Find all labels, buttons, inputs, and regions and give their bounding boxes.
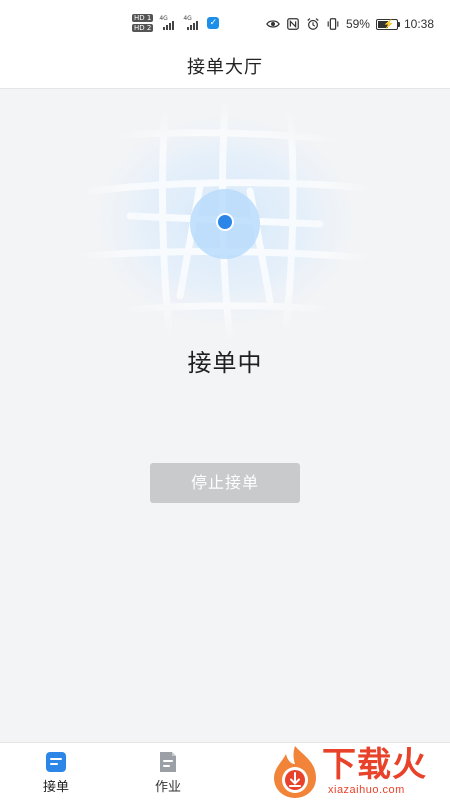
- hd-1-badge: HD 1: [132, 14, 154, 22]
- tab-work-label: 作业: [154, 780, 181, 795]
- status-bar: HD 1 HD 2 4G 4G ✓ 59% ⚡ 10:38: [0, 0, 450, 48]
- hd-indicators: HD 1 HD 2: [132, 14, 154, 32]
- eye-icon: [266, 20, 280, 28]
- status-bar-right: 59% ⚡ 10:38: [266, 17, 434, 31]
- watermark-logo: 下载火 xiazaihuo.com: [262, 742, 450, 800]
- tab-orders-label: 接单: [42, 780, 69, 795]
- battery-icon: ⚡: [375, 18, 400, 30]
- header: 接单大厅: [0, 48, 450, 89]
- alarm-icon: [307, 18, 319, 30]
- page-title: 接单大厅: [187, 57, 263, 78]
- order-list-icon: [46, 752, 66, 772]
- location-dot-icon: [216, 213, 234, 231]
- nfc-icon: [287, 18, 299, 30]
- status-bar-left: HD 1 HD 2 4G 4G ✓: [132, 14, 220, 32]
- tab-orders[interactable]: 接单: [0, 743, 112, 801]
- order-status-text: 接单中: [187, 349, 263, 377]
- vibrate-icon: [327, 18, 339, 30]
- signal-1-icon: 4G: [159, 15, 177, 30]
- app-notification-icon: ✓: [207, 17, 220, 29]
- tab-work[interactable]: 作业: [112, 743, 224, 801]
- clock-time: 10:38: [403, 17, 434, 31]
- hd-2-badge: HD 2: [132, 24, 154, 32]
- stop-accepting-button[interactable]: 停止接单: [150, 463, 300, 503]
- watermark-url: xiazaihuo.com: [328, 784, 405, 796]
- battery-percent: 59%: [345, 17, 370, 31]
- work-doc-icon: [160, 752, 176, 772]
- signal-2-icon: 4G: [183, 15, 201, 30]
- radar-map-graphic: [70, 96, 380, 346]
- flame-logo-icon: [274, 746, 316, 798]
- watermark-text: 下载火: [322, 745, 427, 785]
